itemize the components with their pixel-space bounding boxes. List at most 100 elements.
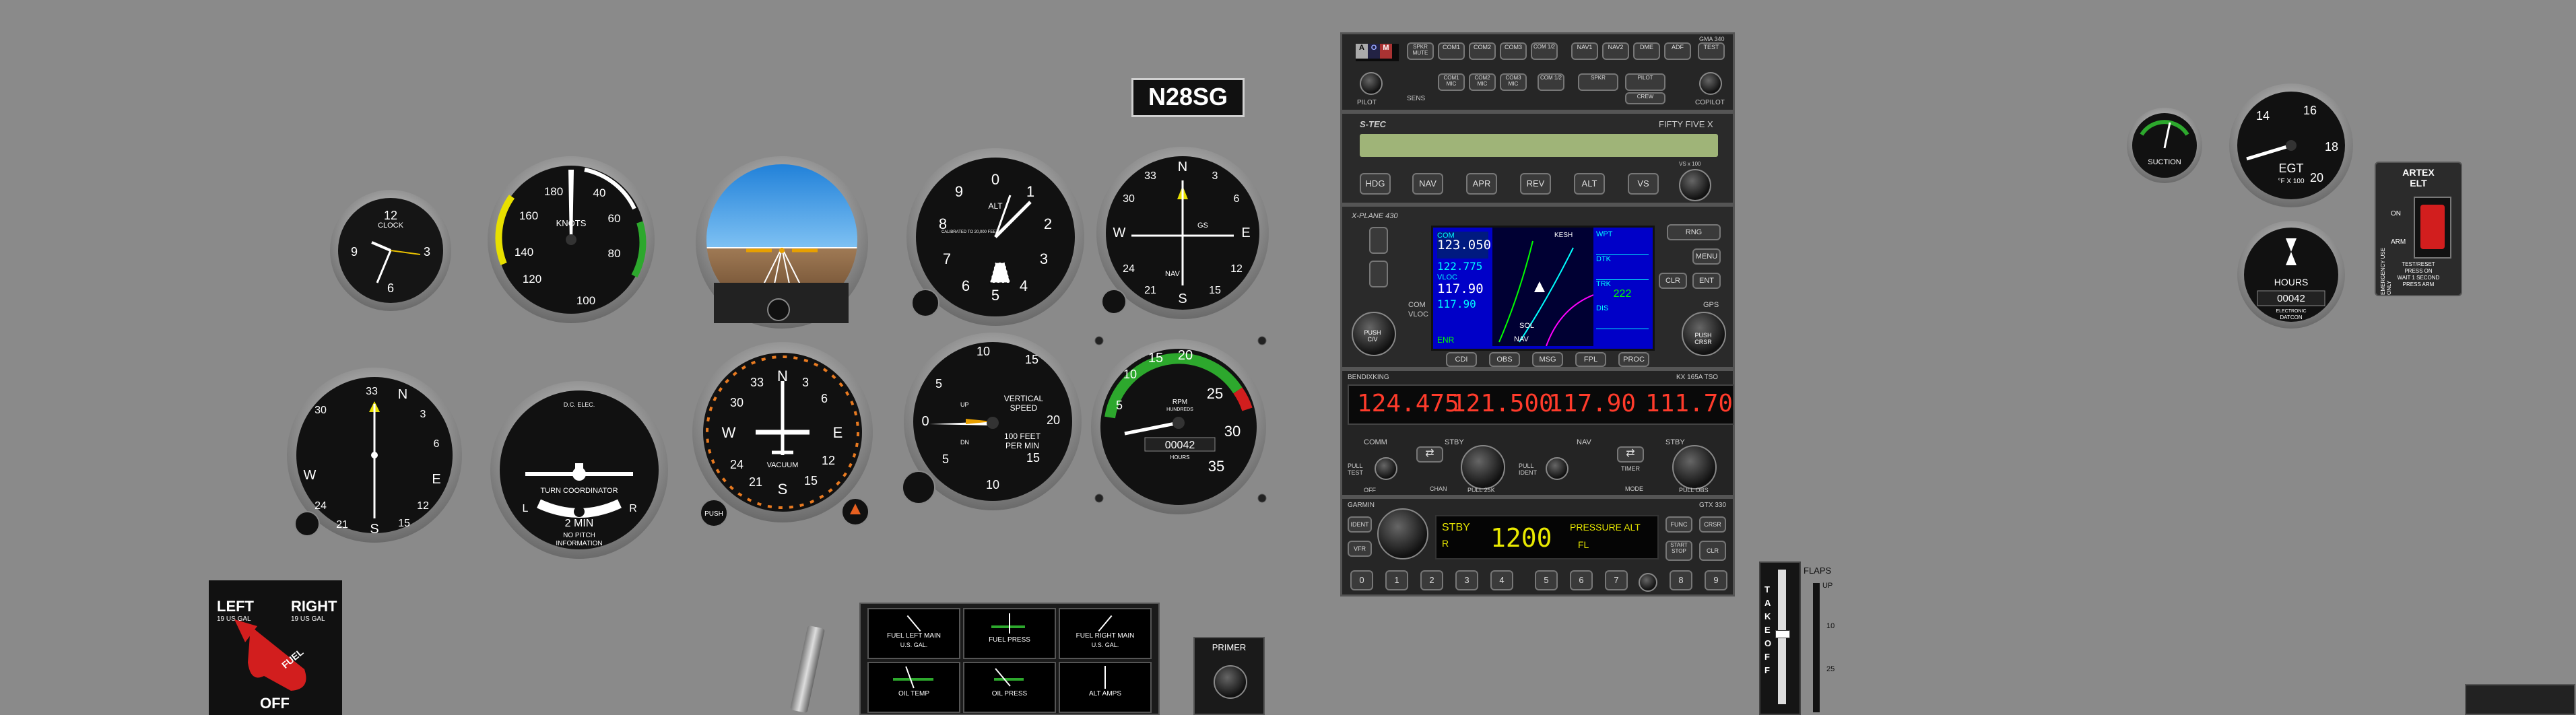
transponder-key-2[interactable]: 2: [1420, 570, 1443, 590]
kx165-com-freq-knob[interactable]: [1461, 445, 1505, 489]
primer-panel: PRIMER: [1193, 637, 1265, 715]
kx165-com-flip-button[interactable]: ⇄: [1416, 446, 1443, 463]
audio-com2-mic-button[interactable]: COM2 MIC: [1469, 73, 1496, 91]
audio-nav2-button[interactable]: NAV2: [1602, 42, 1629, 60]
transponder-key-1[interactable]: 1: [1385, 570, 1408, 590]
transponder-vfr-button[interactable]: VFR: [1348, 541, 1372, 557]
adf-heading-knob[interactable]: [294, 511, 320, 537]
audio-com3-button[interactable]: COM3: [1500, 42, 1527, 60]
audio-pilot-button[interactable]: PILOT: [1625, 73, 1665, 91]
gps-com-standby: 122.775: [1437, 260, 1483, 273]
airspeed-numeral: 40: [593, 186, 606, 199]
transponder-key-3[interactable]: 3: [1455, 570, 1478, 590]
kx165-nav-freq-knob[interactable]: [1672, 445, 1717, 489]
audio-com12-mic-button[interactable]: COM 1/2: [1538, 73, 1564, 91]
gps-clr-button[interactable]: CLR: [1659, 273, 1687, 289]
autopilot-alt-button[interactable]: ALT: [1574, 173, 1605, 195]
audio-copilot-volume-knob[interactable]: [1699, 72, 1722, 95]
flaps-up-label: UP: [1822, 582, 1833, 590]
tach-hobbs: 00042: [1165, 440, 1195, 451]
nav1-obs-knob[interactable]: [1101, 289, 1127, 314]
airspeed-numeral: 100: [576, 294, 595, 307]
transponder-key-0[interactable]: 0: [1350, 570, 1373, 590]
transponder-func-button[interactable]: FUNC: [1665, 516, 1692, 533]
gps-com-flip-button[interactable]: [1369, 227, 1388, 254]
turn-coordinator-min: 2 MIN: [565, 518, 594, 529]
autopilot-nav-button[interactable]: NAV: [1412, 173, 1443, 195]
transponder-mode-knob[interactable]: [1377, 508, 1428, 559]
audio-copilot-label: COPILOT: [1695, 99, 1725, 106]
autopilot-vs-knob[interactable]: [1679, 169, 1711, 201]
gps-proc-button[interactable]: PROC: [1618, 352, 1649, 367]
transponder-crsr-button[interactable]: CRSR: [1699, 516, 1726, 533]
kx165-volume-knob[interactable]: [1375, 457, 1397, 480]
attitude-adjust-knob[interactable]: [767, 298, 790, 321]
gps-vloc-tag: VLOC: [1437, 273, 1457, 281]
nav1-numeral: N: [1178, 160, 1187, 174]
fuel-right-gauge-label: FUEL RIGHT MAIN: [1076, 632, 1135, 640]
audio-com1-mic-button[interactable]: COM1 MIC: [1438, 73, 1465, 91]
audio-nav1-button[interactable]: NAV1: [1571, 42, 1598, 60]
audio-test-button[interactable]: TEST: [1698, 42, 1725, 60]
audio-crew-button[interactable]: CREW: [1625, 92, 1665, 104]
altimeter-numeral: 6: [962, 277, 970, 294]
vsi-knob: [902, 471, 935, 504]
kx165-com-stby-label: STBY: [1445, 438, 1464, 446]
kx165-nav-volume-knob[interactable]: [1546, 457, 1568, 480]
vsi-numeral: 0: [921, 414, 929, 429]
primer-label: PRIMER: [1212, 642, 1247, 652]
gps-cdi-button[interactable]: CDI: [1446, 352, 1477, 367]
elt-switch[interactable]: [2420, 205, 2445, 249]
transponder-key-9[interactable]: 9: [1705, 570, 1727, 590]
autopilot-apr-button[interactable]: APR: [1466, 173, 1497, 195]
elt-note-1: TEST/RESET: [2402, 261, 2435, 267]
autopilot-rev-button[interactable]: REV: [1520, 173, 1551, 195]
gps-brand: X-PLANE 430: [1352, 212, 1398, 220]
gps-fpl-button[interactable]: FPL: [1575, 352, 1606, 367]
audio-com2-button[interactable]: COM2: [1469, 42, 1496, 60]
kx165-pull-25k-label: PULL 25K: [1467, 487, 1495, 493]
transponder-key-8[interactable]: 8: [1670, 570, 1692, 590]
audio-dme-button[interactable]: DME: [1633, 42, 1660, 60]
heading-numeral: 6: [821, 392, 828, 405]
audio-com1-button[interactable]: COM1: [1438, 42, 1465, 60]
gps-data-fields: WPT DTK TRK 222 DIS: [1596, 230, 1649, 343]
gps-rng-button[interactable]: RNG: [1667, 224, 1721, 240]
nav1-sub-label: NAV: [1165, 270, 1180, 278]
flaps-lever[interactable]: [1775, 630, 1790, 638]
audio-com3-mic-button[interactable]: COM3 MIC: [1500, 73, 1527, 91]
audio-com12-button[interactable]: COM 1/2: [1531, 42, 1558, 60]
audio-spkr-mute-button[interactable]: SPKR MUTE: [1407, 42, 1434, 60]
kx165-nav-flip-button[interactable]: ⇄: [1617, 446, 1644, 463]
fuel-selector-handle[interactable]: [210, 582, 341, 714]
transponder-ident-button[interactable]: IDENT: [1348, 516, 1372, 533]
transponder-start-stop-button[interactable]: START STOP: [1665, 541, 1692, 561]
hobbs-brand: DATCON: [2280, 314, 2302, 320]
primer-knob[interactable]: [1214, 665, 1247, 699]
gps-vloc-flip-button[interactable]: [1369, 261, 1388, 287]
transponder-key-7[interactable]: 7: [1605, 570, 1628, 590]
transponder-clr-button[interactable]: CLR: [1699, 541, 1726, 561]
gps-com-active: 123.050: [1437, 238, 1492, 252]
fuel-selector-panel: LEFT 19 US GAL RIGHT 19 US GAL FUEL OFF: [209, 580, 342, 715]
airspeed-indicator: KNOTS 180 160 140 120 100 40 60 80: [488, 156, 655, 323]
transponder-photocell: [1639, 573, 1657, 592]
gps-msg-button[interactable]: MSG: [1532, 352, 1563, 367]
audio-pilot-volume-knob[interactable]: [1360, 72, 1383, 95]
transponder-key-6[interactable]: 6: [1570, 570, 1593, 590]
audio-adf-button[interactable]: ADF: [1664, 42, 1691, 60]
audio-spkr-button[interactable]: SPKR: [1578, 73, 1618, 91]
gps-ent-button[interactable]: ENT: [1692, 273, 1721, 289]
transponder-code: 1200: [1490, 523, 1552, 553]
transponder-key-5[interactable]: 5: [1535, 570, 1558, 590]
transponder-key-4[interactable]: 4: [1490, 570, 1513, 590]
altimeter-kollsman-knob[interactable]: [911, 289, 939, 317]
autopilot-hdg-button[interactable]: HDG: [1360, 173, 1391, 195]
autopilot-vs-button[interactable]: VS: [1628, 173, 1659, 195]
gps-menu-button[interactable]: MENU: [1692, 248, 1721, 265]
transponder-model: GTX 330: [1699, 502, 1727, 509]
adf-numeral: 21: [336, 519, 348, 531]
vsi-numeral: 5: [942, 452, 949, 466]
gps-obs-button[interactable]: OBS: [1489, 352, 1520, 367]
kx165-mode-label: MODE: [1625, 485, 1643, 492]
